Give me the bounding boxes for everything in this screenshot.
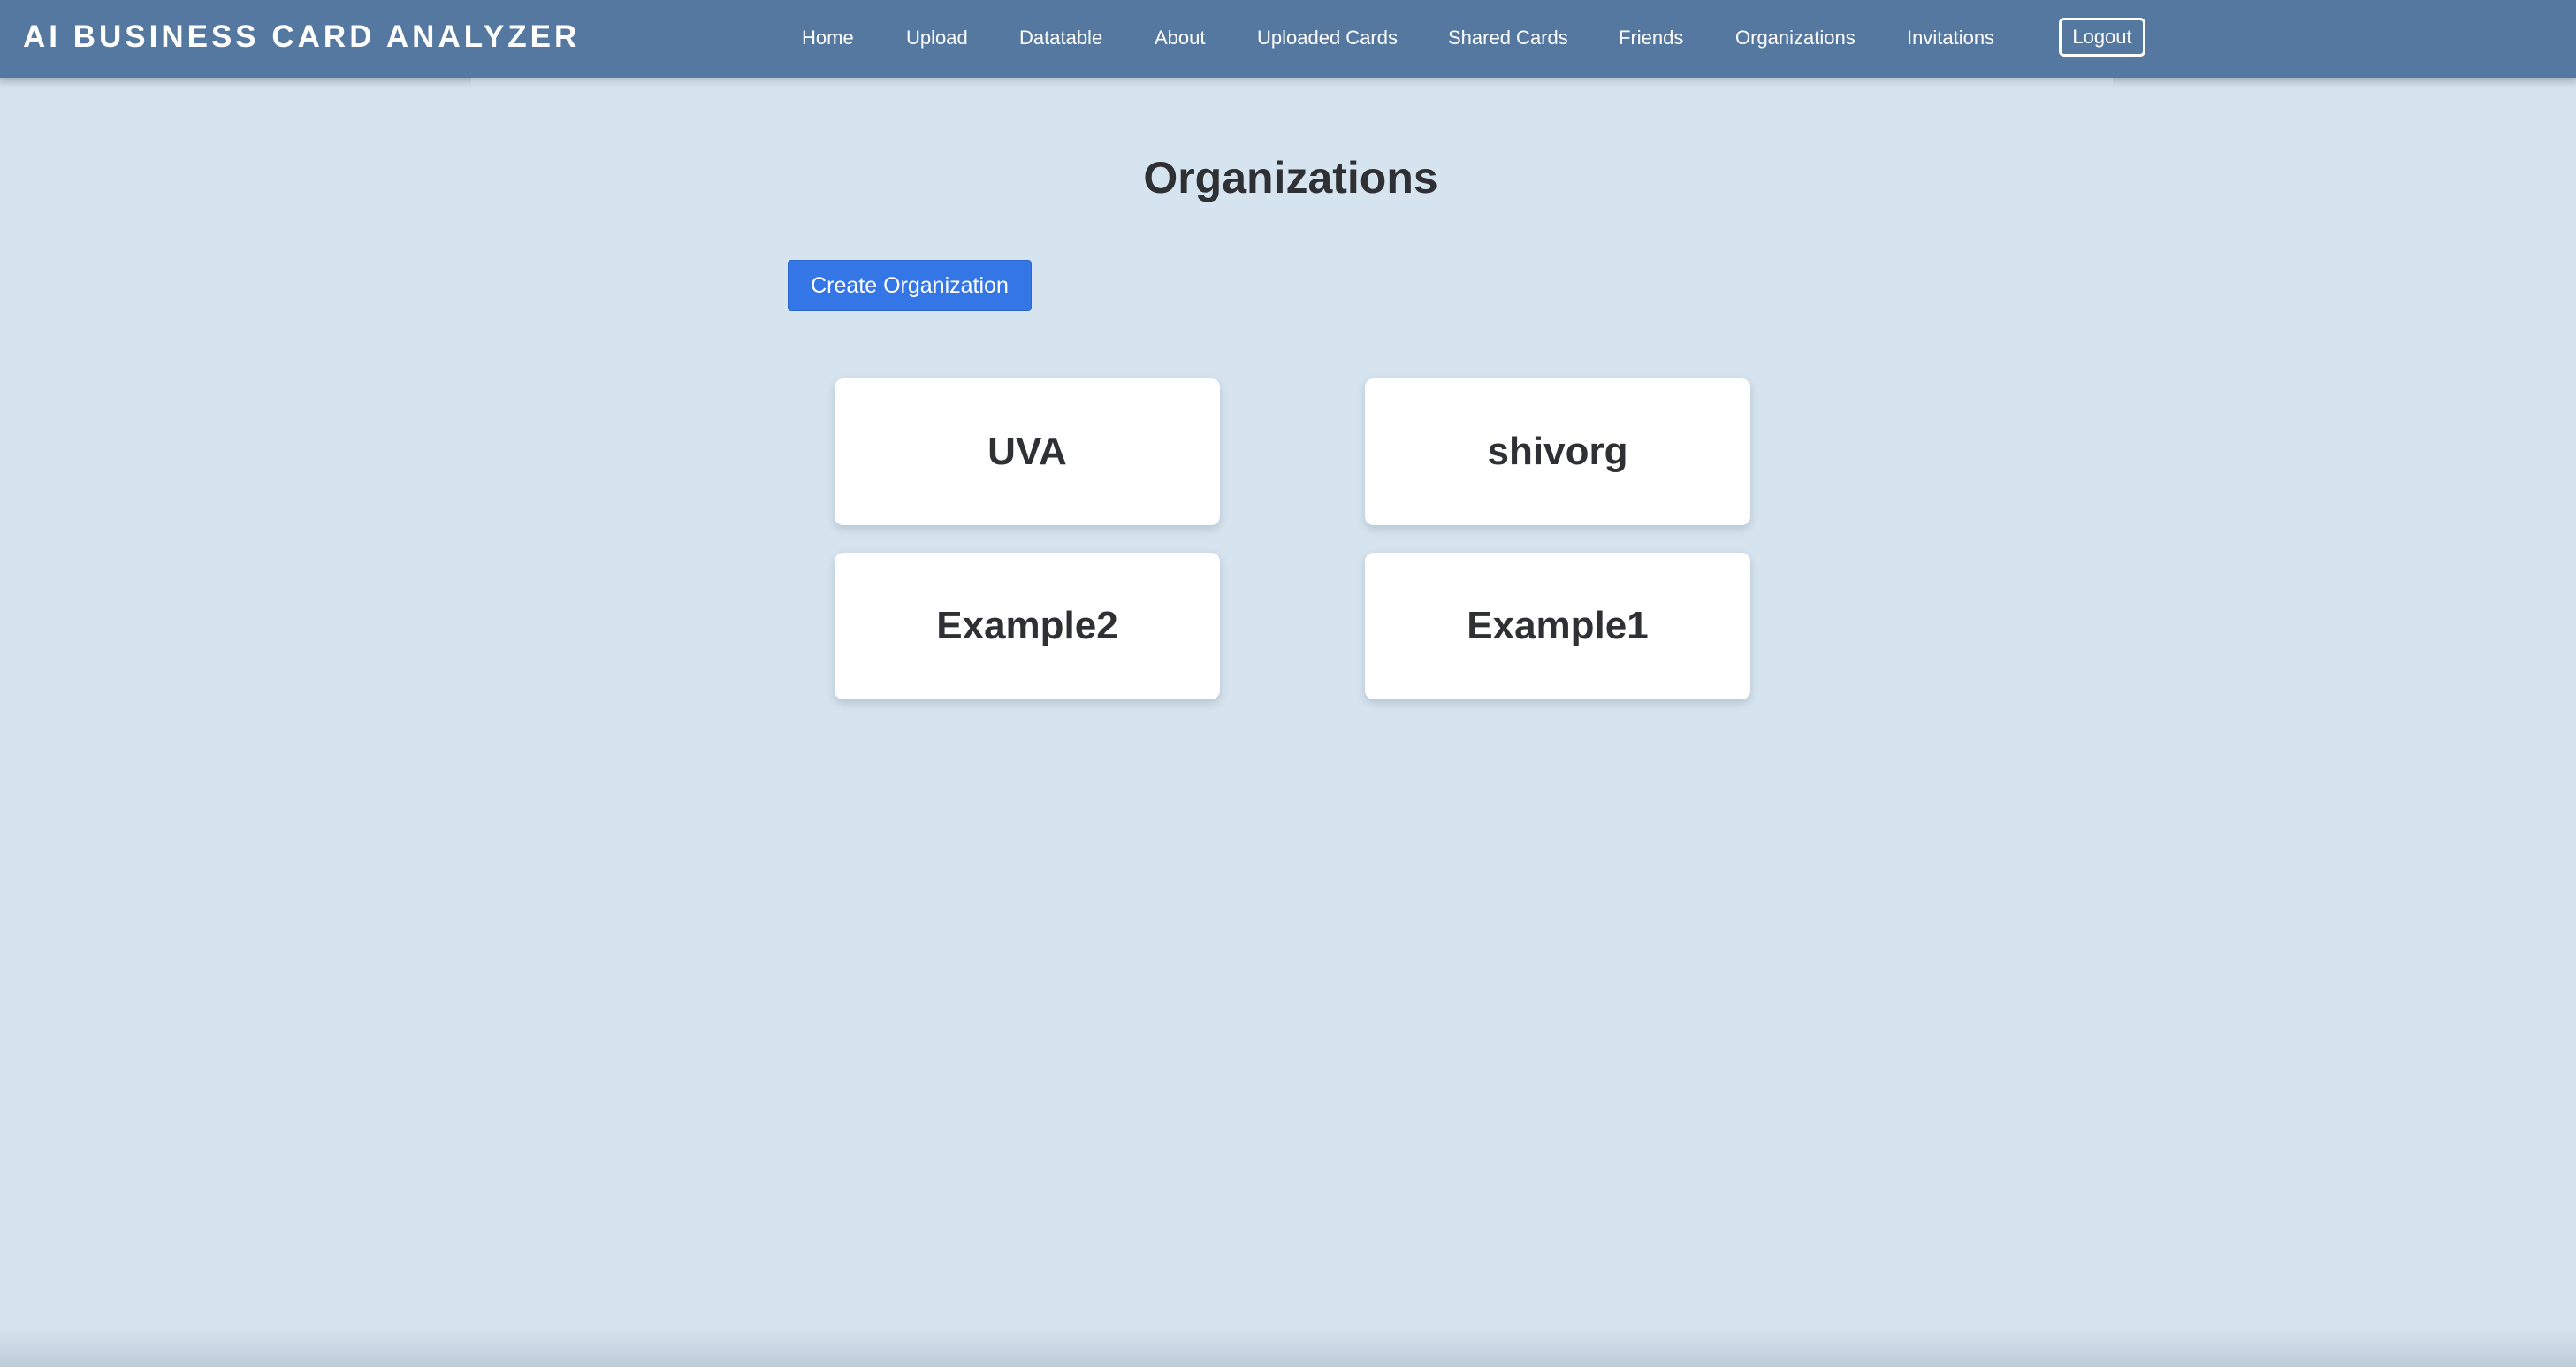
organization-name: UVA — [987, 430, 1067, 473]
content-panel — [471, 78, 2113, 1367]
page-title: Organizations — [1143, 153, 1438, 202]
organization-card-example1[interactable]: Example1 — [1365, 553, 1750, 699]
nav-link-invitations[interactable]: Invitations — [1907, 18, 1994, 58]
nav-links: Home Upload Datatable About Uploaded Car… — [0, 18, 2576, 58]
nav-link-about[interactable]: About — [1155, 18, 1206, 58]
nav-link-friends[interactable]: Friends — [1619, 18, 1683, 58]
organization-card-shivorg[interactable]: shivorg — [1365, 378, 1750, 525]
nav-link-datatable[interactable]: Datatable — [1019, 18, 1102, 58]
nav-link-organizations[interactable]: Organizations — [1735, 18, 1856, 58]
organization-card-example2[interactable]: Example2 — [835, 553, 1220, 699]
organization-name: Example1 — [1467, 604, 1649, 647]
logout-button[interactable]: Logout — [2059, 18, 2145, 57]
organization-name: shivorg — [1487, 430, 1628, 473]
right-shadow-strip — [2113, 78, 2576, 88]
top-navbar: AI BUSINESS CARD ANALYZER Home Upload Da… — [0, 0, 2576, 78]
nav-link-shared-cards[interactable]: Shared Cards — [1448, 18, 1568, 58]
nav-link-home[interactable]: Home — [802, 18, 854, 58]
organization-card-uva[interactable]: UVA — [835, 378, 1220, 525]
nav-link-uploaded-cards[interactable]: Uploaded Cards — [1257, 18, 1398, 58]
organization-name: Example2 — [936, 604, 1118, 647]
bottom-shadow — [0, 1326, 2576, 1367]
left-shadow-strip — [0, 78, 471, 88]
nav-link-upload[interactable]: Upload — [906, 18, 968, 58]
create-organization-button[interactable]: Create Organization — [788, 260, 1032, 311]
